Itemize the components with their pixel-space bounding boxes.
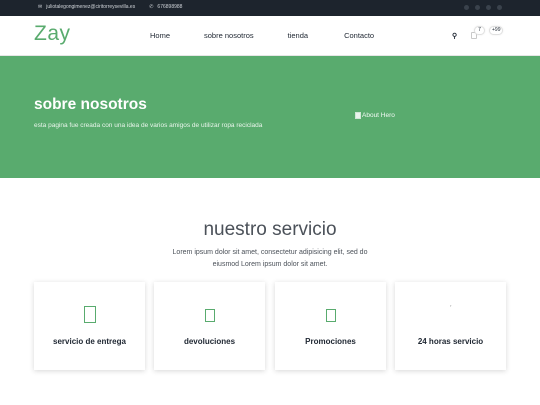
social-links [464, 5, 502, 10]
hero-title: sobre nosotros [34, 96, 147, 113]
contact-info: ✉ juliotalegongimenez@ciritorreysevilla.… [38, 4, 182, 10]
nav-sobre-nosotros[interactable]: sobre nosotros [204, 31, 254, 40]
service-card-promotions: Promociones [275, 282, 386, 370]
phone-icon: ✆ [149, 4, 154, 10]
brand-logo[interactable]: Zay [34, 22, 71, 46]
instagram-icon[interactable] [475, 5, 480, 10]
service-card-returns: devoluciones [154, 282, 265, 370]
main-nav: Home sobre nosotros tienda Contacto [150, 31, 374, 40]
broken-image-icon [355, 112, 361, 119]
service-card-label: servicio de entrega [53, 337, 126, 346]
twitter-icon[interactable] [486, 5, 491, 10]
exchange-icon [204, 309, 215, 322]
service-card-delivery: servicio de entrega [34, 282, 145, 370]
search-icon[interactable]: ⚲ [452, 32, 457, 40]
envelope-icon: ✉ [38, 4, 43, 10]
about-hero-banner: sobre nosotros esta pagina fue creada co… [0, 56, 540, 178]
services-description: Lorem ipsum dolor sit amet, consectetur … [172, 249, 368, 268]
facebook-icon[interactable] [464, 5, 469, 10]
service-card-24h: ˏ 24 horas servicio [395, 282, 506, 370]
nav-contacto[interactable]: Contacto [344, 31, 374, 40]
hero-image: About Hero [355, 112, 395, 119]
nav-tienda[interactable]: tienda [288, 31, 308, 40]
email-link[interactable]: juliotalegongimenez@ciritorreysevilla.es [46, 4, 135, 10]
cart-count-badge: 7 [474, 26, 485, 35]
service-card-label: 24 horas servicio [417, 337, 484, 346]
services-title: nuestro servicio [203, 219, 337, 240]
service-card-label: devoluciones [183, 337, 236, 346]
user-count-badge: +99 [489, 26, 504, 35]
main-header: Zay Home sobre nosotros tienda Contacto … [0, 16, 540, 56]
phone-link[interactable]: 676898988 [157, 4, 182, 10]
services-cards: servicio de entrega devoluciones Promoci… [34, 282, 506, 370]
hero-image-alt: About Hero [362, 112, 395, 119]
nav-home[interactable]: Home [150, 31, 170, 40]
truck-icon [83, 306, 96, 323]
top-contact-bar: ✉ juliotalegongimenez@ciritorreysevilla.… [0, 0, 540, 16]
percent-icon [325, 309, 336, 322]
linkedin-icon[interactable] [497, 5, 502, 10]
user-icon: ˏ [449, 301, 452, 307]
service-card-label: Promociones [305, 337, 356, 346]
hero-subtitle: esta pagina fue creada con una idea de v… [34, 122, 263, 129]
